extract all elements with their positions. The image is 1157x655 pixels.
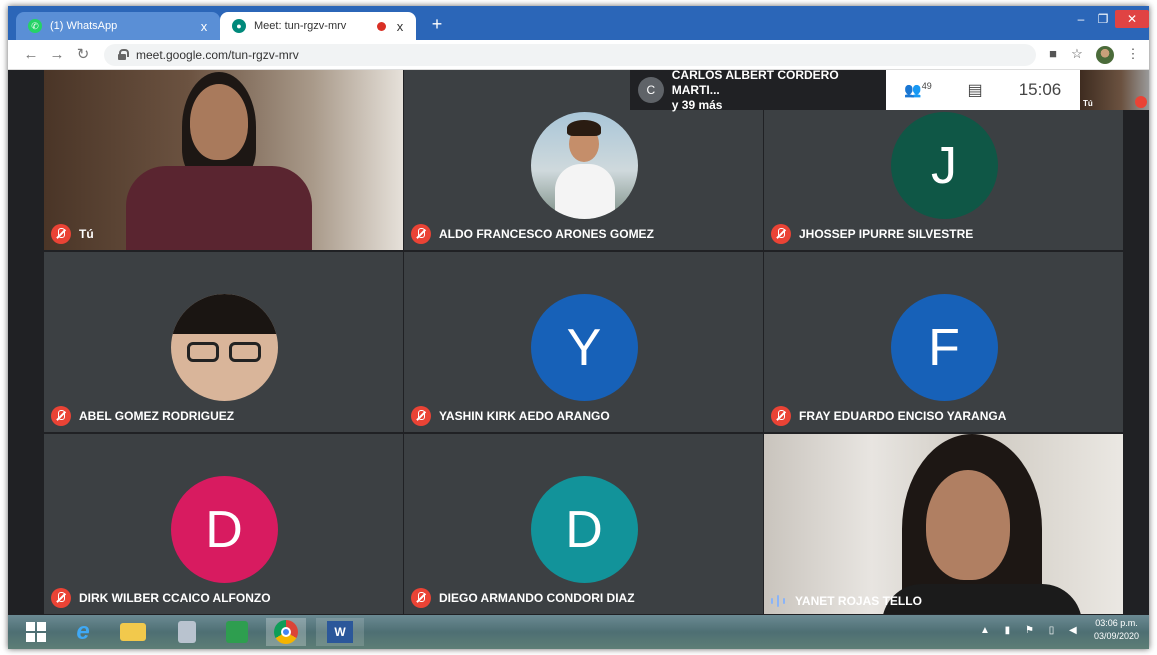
muted-mic-icon [1135,96,1147,108]
participant-tile[interactable]: D DIRK WILBER CCAICO ALFONZO [44,434,403,614]
reload-icon[interactable]: ↻ [74,46,92,64]
new-tab-button[interactable]: + [426,14,448,35]
ie-icon[interactable]: e [66,618,100,646]
close-tab-icon[interactable]: x [194,19,214,34]
bookmark-star-icon[interactable]: ☆ [1068,46,1086,62]
calculator-icon[interactable] [170,618,204,646]
chat-button[interactable]: ▤ [950,80,1000,100]
start-icon[interactable] [22,618,50,646]
participants-summary[interactable]: C CARLOS ALBERT CORDERO MARTI... y 39 má… [630,67,888,112]
tab-title: Meet: tun-rgzv-mrv [254,20,347,32]
url-text: meet.google.com/tun-rgzv-mrv [136,48,299,62]
explorer-icon[interactable] [116,618,150,646]
muted-mic-icon [771,406,791,426]
profile-avatar[interactable] [1096,46,1114,64]
participant-name: ALDO FRANCESCO ARONES GOMEZ [439,227,654,241]
participant-avatar: D [170,476,278,583]
menu-icon[interactable]: ⋮ [1124,46,1142,62]
camera-icon[interactable]: ■ [1044,46,1062,61]
maximize-window-icon[interactable]: ❐ [1092,10,1114,28]
muted-mic-icon [411,224,431,244]
meeting-controls: 👥49 ▤ 15:06 [886,70,1080,110]
system-clock[interactable]: 03:06 p.m. 03/09/2020 [1094,617,1139,643]
muted-mic-icon [771,224,791,244]
participant-tile[interactable]: Tú [44,70,403,250]
clock-date: 03/09/2020 [1093,631,1139,641]
participant-name: ABEL GOMEZ RODRIGUEZ [79,409,235,423]
participant-name: YANET ROJAS TELLO [795,594,922,608]
chat-icon: ▤ [967,82,983,99]
clock-time: 03:06 p.m. [1095,618,1138,628]
people-button[interactable]: 👥49 [886,81,950,99]
self-label: Tú [1083,99,1093,108]
meeting-clock: 15:06 [1018,80,1062,99]
speaking-indicator-icon [771,594,785,608]
participant-name: YASHIN KIRK AEDO ARANGO [439,409,610,423]
host-avatar: C [638,77,664,103]
host-name: CARLOS ALBERT CORDERO MARTI... [671,67,839,97]
participant-name: JHOSSEP IPURRE SILVESTRE [799,227,974,241]
participant-tile[interactable]: F FRAY EDUARDO ENCISO YARANGA [764,252,1123,432]
participant-avatar: J [890,112,998,219]
participant-tile[interactable]: D DIEGO ARMANDO CONDORI DIAZ [404,434,763,614]
participant-name: FRAY EDUARDO ENCISO YARANGA [799,409,1007,423]
lock-icon [116,49,129,61]
tab-whatsapp[interactable]: ✆ (1) WhatsApp x [16,12,220,40]
recording-indicator-icon [377,21,386,31]
tab-title: (1) WhatsApp [50,20,118,32]
participant-tile[interactable]: YANET ROJAS TELLO [764,434,1123,614]
tab-meet[interactable]: ● Meet: tun-rgzv-mrv x [220,12,416,40]
address-bar[interactable]: meet.google.com/tun-rgzv-mrv [104,44,1036,66]
participant-photo [530,112,638,219]
participant-photo [170,294,278,401]
participant-avatar: F [890,294,998,401]
browser-toolbar: ← → ↻ meet.google.com/tun-rgzv-mrv ■ ☆ ⋮ [8,40,1149,70]
muted-mic-icon [51,224,71,244]
chrome-icon[interactable] [266,618,306,646]
whatsapp-icon: ✆ [28,19,42,33]
participant-tile[interactable]: Y YASHIN KIRK AEDO ARANGO [404,252,763,432]
participant-tile[interactable]: ABEL GOMEZ RODRIGUEZ [44,252,403,432]
system-tray-icons[interactable]: ▲ ▮ ⚑ ▯ ◀ [980,625,1083,636]
close-tab-icon[interactable]: x [390,19,410,34]
self-preview-thumbnail[interactable]: Tú [1080,70,1149,110]
participant-avatar: Y [530,294,638,401]
muted-mic-icon [411,588,431,608]
store-icon[interactable] [220,618,254,646]
participant-count: 49 [921,81,932,92]
screen-frame: ✆ (1) WhatsApp x ● Meet: tun-rgzv-mrv x … [8,6,1149,649]
muted-mic-icon [51,588,71,608]
word-icon[interactable]: W [316,618,364,646]
participant-avatar: D [530,476,638,583]
meet-icon: ● [232,19,246,33]
participant-grid: Tú ALDO FRANCESCO ARONES GOMEZ J JHOSSEP… [8,70,1149,615]
participant-name: DIEGO ARMANDO CONDORI DIAZ [439,591,635,605]
minimize-window-icon[interactable]: – [1070,10,1092,28]
windows-taskbar: e W ▲ ▮ ⚑ ▯ ◀ 03:06 p.m. 03/09/2020 [8,615,1149,649]
participant-name: Tú [79,227,94,241]
participant-name: DIRK WILBER CCAICO ALFONZO [79,591,271,605]
close-window-icon[interactable]: ✕ [1115,10,1149,28]
forward-icon[interactable]: → [48,46,66,64]
browser-tab-bar: ✆ (1) WhatsApp x ● Meet: tun-rgzv-mrv x … [8,6,1149,40]
others-count: y 39 más [671,97,723,112]
back-icon[interactable]: ← [22,46,40,64]
muted-mic-icon [411,406,431,426]
muted-mic-icon [51,406,71,426]
people-icon: 👥 [904,81,922,98]
